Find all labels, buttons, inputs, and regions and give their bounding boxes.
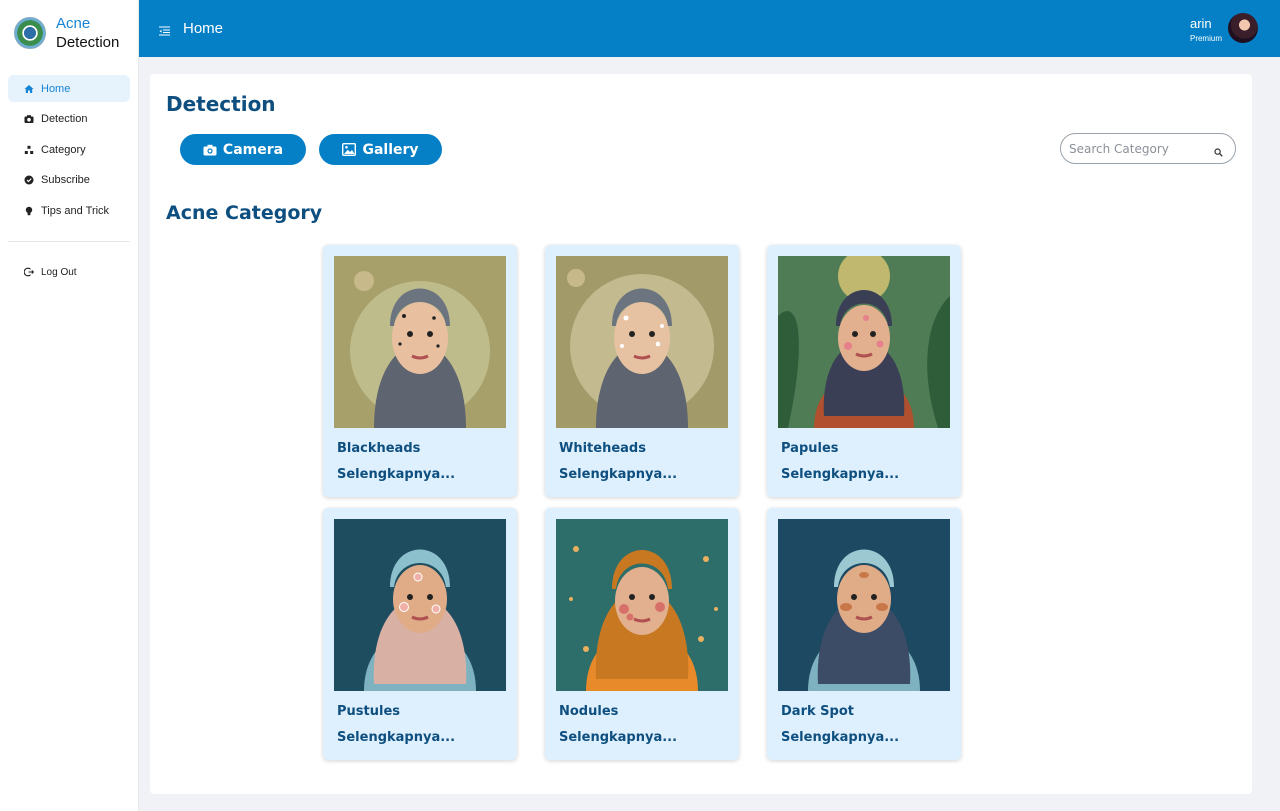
detection-heading: Detection <box>166 92 276 116</box>
card-title: Pustules <box>337 704 401 719</box>
camera-icon <box>24 114 34 124</box>
category-card-pustules[interactable]: Pustules Selengkapnya... <box>323 508 517 760</box>
sidebar-item-subscribe[interactable]: Subscribe <box>8 167 130 194</box>
user-info[interactable]: arin Premium <box>1190 16 1222 43</box>
search-box[interactable] <box>1060 133 1236 164</box>
card-image <box>334 519 506 691</box>
sidebar-divider <box>8 241 130 242</box>
sidebar-nav: Home Detection Category Subscribe Tips a… <box>8 75 130 228</box>
brand-line1: Acne <box>56 15 91 32</box>
brand-line2: Detection <box>56 34 120 51</box>
card-image <box>778 256 950 428</box>
gallery-label: Gallery <box>362 141 419 158</box>
sidebar-item-label: Home <box>41 82 71 95</box>
sidebar-item-label: Tips and Trick <box>41 204 110 217</box>
bulb-icon <box>24 206 34 216</box>
card-image <box>778 519 950 691</box>
category-icon <box>24 145 34 155</box>
subscribe-icon <box>24 175 34 185</box>
card-more-link[interactable]: Selengkapnya... <box>337 730 455 745</box>
card-more-link[interactable]: Selengkapnya... <box>559 730 677 745</box>
user-name: arin <box>1189 16 1212 31</box>
card-title: Dark Spot <box>781 704 854 719</box>
category-grid: Blackheads Selengkapnya... Whiteheads Se… <box>323 245 963 765</box>
card-image <box>556 519 728 691</box>
sidebar-item-label: Subscribe <box>41 174 90 186</box>
category-heading: Acne Category <box>166 202 323 224</box>
card-title: Papules <box>781 441 839 456</box>
camera-button[interactable]: Camera <box>180 134 306 165</box>
logout-icon <box>24 267 34 277</box>
category-card-whiteheads[interactable]: Whiteheads Selengkapnya... <box>545 245 739 497</box>
camera-icon <box>203 144 217 155</box>
search-icon[interactable] <box>1214 144 1223 162</box>
sidebar-item-category[interactable]: Category <box>8 136 130 163</box>
card-title: Nodules <box>559 704 619 719</box>
gallery-button[interactable]: Gallery <box>319 134 442 165</box>
logout-label: Log Out <box>41 266 77 278</box>
search-input[interactable] <box>1067 140 1211 157</box>
category-card-dark-spot[interactable]: Dark Spot Selengkapnya... <box>767 508 961 760</box>
card-more-link[interactable]: Selengkapnya... <box>781 730 899 745</box>
home-icon <box>24 84 34 94</box>
sidebar-item-label: Detection <box>41 113 88 125</box>
card-title: Blackheads <box>337 441 421 456</box>
main-panel: Detection Camera Gallery Acne Category <box>150 74 1252 794</box>
sidebar-item-tips[interactable]: Tips and Trick <box>8 197 130 224</box>
category-card-blackheads[interactable]: Blackheads Selengkapnya... <box>323 245 517 497</box>
brand-text: Acne Detection <box>56 14 119 52</box>
card-image <box>334 256 506 428</box>
topbar: Home arin Premium <box>139 0 1280 57</box>
user-role: Premium <box>1189 34 1222 43</box>
card-more-link[interactable]: Selengkapnya... <box>337 467 455 482</box>
brand[interactable]: Acne Detection <box>14 14 119 52</box>
camera-label: Camera <box>222 141 284 158</box>
card-more-link[interactable]: Selengkapnya... <box>559 467 677 482</box>
category-card-nodules[interactable]: Nodules Selengkapnya... <box>545 508 739 760</box>
logo <box>14 17 46 49</box>
sidebar-item-detection[interactable]: Detection <box>8 106 130 133</box>
sidebar-item-label: Category <box>41 143 86 156</box>
logout-button[interactable]: Log Out <box>8 259 146 285</box>
category-card-papules[interactable]: Papules Selengkapnya... <box>767 245 961 497</box>
gallery-icon <box>342 143 357 156</box>
sidebar-item-home[interactable]: Home <box>8 75 130 102</box>
page-title: Home <box>183 20 224 37</box>
sidebar: Acne Detection Home Detection Category S… <box>0 0 139 811</box>
card-more-link[interactable]: Selengkapnya... <box>781 467 899 482</box>
card-title: Whiteheads <box>559 441 646 456</box>
menu-collapse-icon[interactable] <box>159 23 170 41</box>
avatar[interactable] <box>1228 13 1258 43</box>
card-image <box>556 256 728 428</box>
